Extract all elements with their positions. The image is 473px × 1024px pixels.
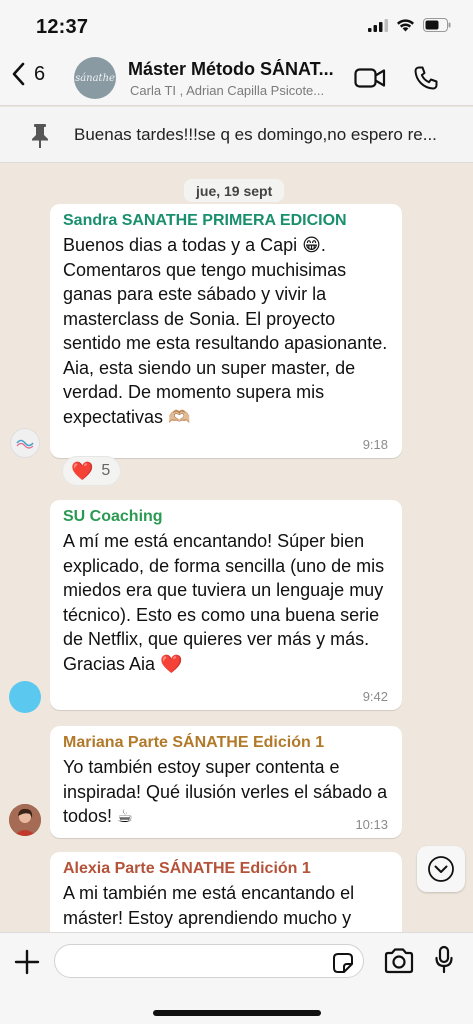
unread-count: 6: [34, 62, 46, 85]
chat-header: 6 sánathe Máster Método SÁNAT... Carla T…: [0, 50, 473, 106]
message-time: 10:13: [355, 817, 388, 832]
sender-name: Sandra SANATHE PRIMERA EDICION: [63, 212, 347, 229]
message-time: 9:42: [362, 689, 388, 704]
wifi-icon: [397, 19, 414, 32]
group-members[interactable]: Carla TI , Adrian Capilla Psicote...: [130, 83, 345, 98]
message-text: Buenos dias a todas y a Capi 😁. Comentaro…: [63, 235, 388, 427]
message-bubble[interactable]: Mariana Parte SÁNATHE Edición 1 Yo tambi…: [50, 726, 402, 838]
sender-name: SU Coaching: [63, 508, 163, 525]
plus-icon: [14, 949, 40, 975]
battery-icon: [423, 18, 451, 32]
camera-icon: [384, 948, 414, 974]
sender-avatar[interactable]: [9, 804, 41, 836]
group-avatar[interactable]: sánathe: [74, 57, 116, 99]
camera-button[interactable]: [383, 947, 415, 980]
message-bubble[interactable]: Sandra SANATHE PRIMERA EDICION Buenos di…: [50, 204, 402, 458]
group-title[interactable]: Máster Método SÁNAT...: [128, 59, 348, 80]
chevron-left-icon: [12, 62, 25, 86]
message-text: Yo también estoy super contenta e inspir…: [63, 757, 388, 826]
sender-name: Mariana Parte SÁNATHE Edición 1: [63, 734, 325, 751]
sender-name: Alexia Parte SÁNATHE Edición 1: [63, 860, 311, 877]
reaction-count: 5: [101, 462, 111, 479]
video-camera-icon: [354, 68, 386, 88]
sender-avatar[interactable]: [10, 428, 40, 458]
message-text: A mí me está encantando! Súper bien expl…: [63, 531, 385, 674]
sticker-icon: [333, 953, 353, 973]
chevron-down-circle-icon: [428, 856, 454, 882]
scroll-to-bottom-button[interactable]: [417, 846, 465, 892]
group-avatar-text: sánathe: [75, 72, 115, 84]
signal-icon: [368, 18, 388, 32]
microphone-icon: [435, 945, 453, 974]
pinned-message-text: Buenas tardes!!!se q es domingo,no esper…: [74, 125, 437, 144]
message-text: A mi también me está encantando el máste…: [63, 883, 355, 928]
profile-photo-icon: [9, 804, 41, 836]
message-input[interactable]: [54, 944, 364, 978]
status-time: 12:37: [36, 16, 89, 38]
phone-icon: [414, 66, 438, 90]
microphone-button[interactable]: [434, 945, 454, 980]
sender-avatar[interactable]: [9, 681, 41, 713]
logo-icon: [16, 439, 34, 449]
pin-icon: [32, 124, 48, 148]
home-indicator[interactable]: [153, 1010, 321, 1016]
voice-call-button[interactable]: [413, 65, 439, 96]
attach-button[interactable]: [14, 949, 40, 980]
pinned-message-bar[interactable]: Buenas tardes!!!se q es domingo,no esper…: [0, 107, 473, 163]
reaction-badge[interactable]: ❤️ 5: [62, 456, 122, 486]
status-bar: 12:37: [0, 0, 473, 50]
video-call-button[interactable]: [354, 67, 386, 94]
status-icons: [368, 18, 451, 32]
date-separator: jue, 19 sept: [184, 179, 285, 202]
heart-icon: ❤️: [71, 460, 94, 481]
sticker-button[interactable]: [332, 952, 354, 979]
message-time: 9:18: [362, 437, 388, 452]
back-button[interactable]: 6: [12, 62, 45, 86]
message-bubble[interactable]: SU Coaching A mí me está encantando! Súp…: [50, 500, 402, 710]
